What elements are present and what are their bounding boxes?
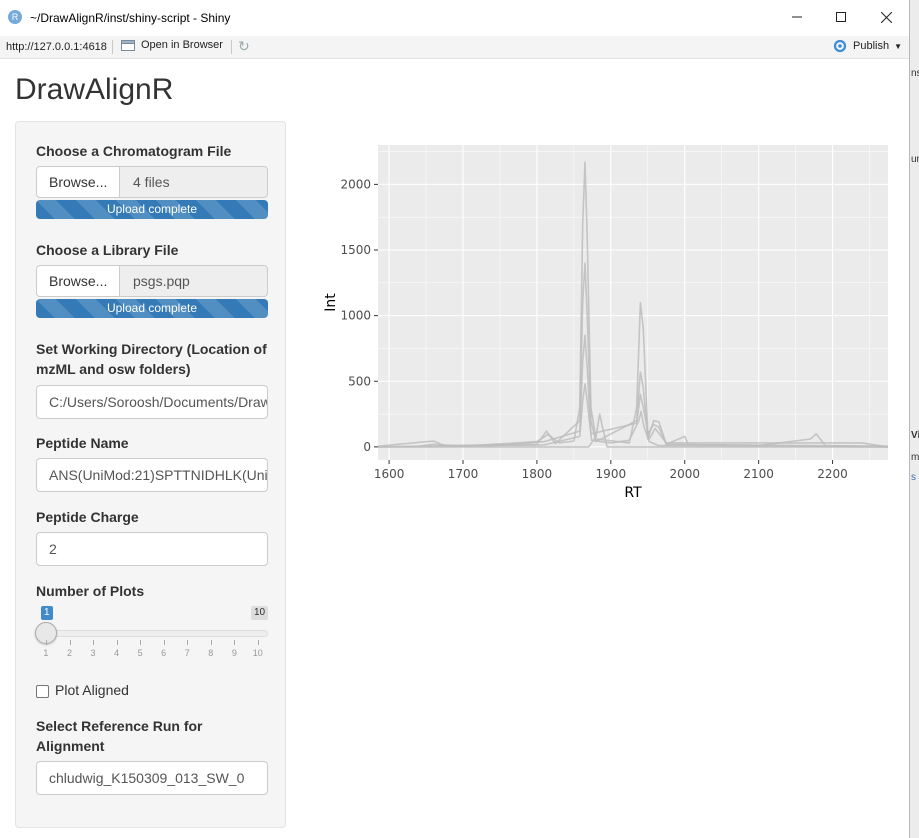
title-bar: R ~/DrawAlignR/inst/shiny-script - Shiny [0, 0, 909, 34]
slider-tick-label: 4 [114, 648, 120, 658]
slider-tick-label: 2 [66, 648, 72, 658]
minimize-button[interactable] [774, 4, 820, 30]
minimize-icon [792, 16, 802, 18]
chevron-down-icon: ▼ [894, 41, 902, 51]
slider-tick-mark [210, 640, 212, 645]
chromatogram-browse-button[interactable]: Browse... [36, 166, 120, 198]
maximize-icon [836, 12, 846, 22]
publish-button[interactable]: Publish ▼ [832, 39, 902, 53]
slider-tick-mark [163, 640, 165, 645]
peptide-name-input[interactable]: ANS(UniMod:21)SPTTNIDHLK(UniMod:259) [36, 458, 268, 492]
library-file-name: psgs.pqp [119, 265, 268, 297]
plot-aligned-checkbox[interactable] [36, 685, 49, 698]
x-tick-label: 2200 [817, 467, 848, 481]
chromatogram-plot: 1600 1700 1800 1900 2000 2100 2200 0 500 1000 1500… [323, 145, 889, 501]
chromatogram-file-input: Browse... 4 files [36, 166, 268, 198]
x-tick-label: 2100 [743, 467, 774, 481]
chromatogram-file-name: 4 files [119, 166, 268, 198]
open-in-browser-label: Open in Browser [141, 39, 223, 51]
x-axis-title: RT [624, 485, 642, 501]
peptide-name-label: Peptide Name [36, 435, 129, 451]
working-directory-label-line1: Set Working Directory (Location of [36, 341, 267, 357]
browser-window-icon [121, 40, 135, 51]
close-icon [880, 11, 892, 23]
maximize-button[interactable] [818, 4, 864, 30]
slider-tick-label: 8 [208, 648, 214, 658]
slider-tick-mark [93, 640, 95, 645]
y-tick-label: 500 [348, 374, 371, 388]
background-fragment: ns [911, 68, 919, 79]
slider-tick-mark [234, 640, 236, 645]
slider-tick-label: 3 [90, 648, 96, 658]
reference-run-input[interactable]: chludwig_K150309_013_SW_0 [36, 761, 268, 795]
background-fragment: m [911, 452, 919, 463]
reference-run-label-line2: Alignment [36, 738, 105, 754]
sidebar-panel: Choose a Chromatogram File Browse... 4 f… [15, 121, 286, 828]
library-file-label: Choose a Library File [36, 242, 179, 258]
background-fragment: s [911, 472, 916, 483]
working-directory-label-line2: mzML and osw folders) [36, 361, 191, 377]
library-file-input: Browse... psgs.pqp [36, 265, 268, 297]
slider-tick-label: 1 [43, 648, 49, 658]
peptide-charge-input[interactable]: 2 [36, 532, 268, 566]
close-button[interactable] [863, 4, 909, 30]
viewer-toolbar: http://127.0.0.1:4618 Open in Browser ↻ … [0, 36, 909, 59]
slider-track[interactable] [40, 630, 268, 637]
x-tick-label: 1900 [596, 467, 627, 481]
slider-tick-mark [69, 640, 71, 645]
slider-tick-mark [46, 640, 47, 645]
app-title: DrawAlignR [15, 73, 174, 106]
slider-tick-label: 6 [161, 648, 167, 658]
publish-label: Publish [853, 40, 890, 52]
shiny-window: R ~/DrawAlignR/inst/shiny-script - Shiny… [0, 0, 910, 838]
window-title: ~/DrawAlignR/inst/shiny-script - Shiny [30, 11, 231, 25]
background-window-edge: ns un Vi m s [909, 0, 919, 838]
slider-tick-mark [187, 640, 189, 645]
background-fragment: Vi [911, 430, 919, 441]
peptide-charge-label: Peptide Charge [36, 509, 139, 525]
chromatogram-file-label: Choose a Chromatogram File [36, 143, 232, 159]
x-tick-label: 1600 [374, 467, 405, 481]
y-tick-label: 1500 [340, 243, 371, 257]
plot-panel [378, 145, 888, 460]
publish-icon [833, 39, 847, 53]
slider-tick-label: 5 [137, 648, 143, 658]
y-axis-title: Int [323, 293, 339, 312]
x-tick-label: 1700 [448, 467, 479, 481]
x-tick-label: 2000 [669, 467, 700, 481]
x-tick-label: 1800 [522, 467, 553, 481]
background-fragment: un [911, 154, 919, 165]
library-browse-button[interactable]: Browse... [36, 265, 120, 297]
slider-tick-label: 7 [184, 648, 190, 658]
slider-tick-mark [116, 640, 118, 645]
reference-run-label: Select Reference Run for Alignment [36, 716, 203, 756]
toolbar-divider [112, 40, 113, 54]
working-directory-input[interactable]: C:/Users/Soroosh/Documents/DrawAlignR [36, 385, 268, 419]
reference-run-label-line1: Select Reference Run for [36, 718, 203, 734]
chromatogram-upload-progress: Upload complete [36, 200, 268, 219]
refresh-icon[interactable]: ↻ [238, 38, 250, 55]
slider-max-badge: 10 [251, 606, 269, 620]
y-tick-label: 0 [363, 440, 371, 454]
slider-tick-mark [258, 640, 259, 645]
open-in-browser-button[interactable]: Open in Browser [121, 39, 223, 51]
slider-tick-mark [140, 640, 142, 645]
slider-value-badge: 1 [41, 606, 53, 620]
y-tick-label: 1000 [340, 309, 371, 323]
library-upload-progress: Upload complete [36, 299, 268, 318]
number-of-plots-label: Number of Plots [36, 583, 145, 599]
y-tick-label: 2000 [340, 177, 371, 191]
working-directory-label: Set Working Directory (Location of mzML … [36, 339, 267, 379]
toolbar-divider [231, 40, 232, 54]
url-text: http://127.0.0.1:4618 [6, 41, 107, 53]
r-app-icon: R [8, 10, 22, 24]
plot-aligned-label: Plot Aligned [55, 682, 129, 698]
slider-tick-label: 10 [252, 648, 263, 658]
slider-tick-label: 9 [231, 648, 237, 658]
